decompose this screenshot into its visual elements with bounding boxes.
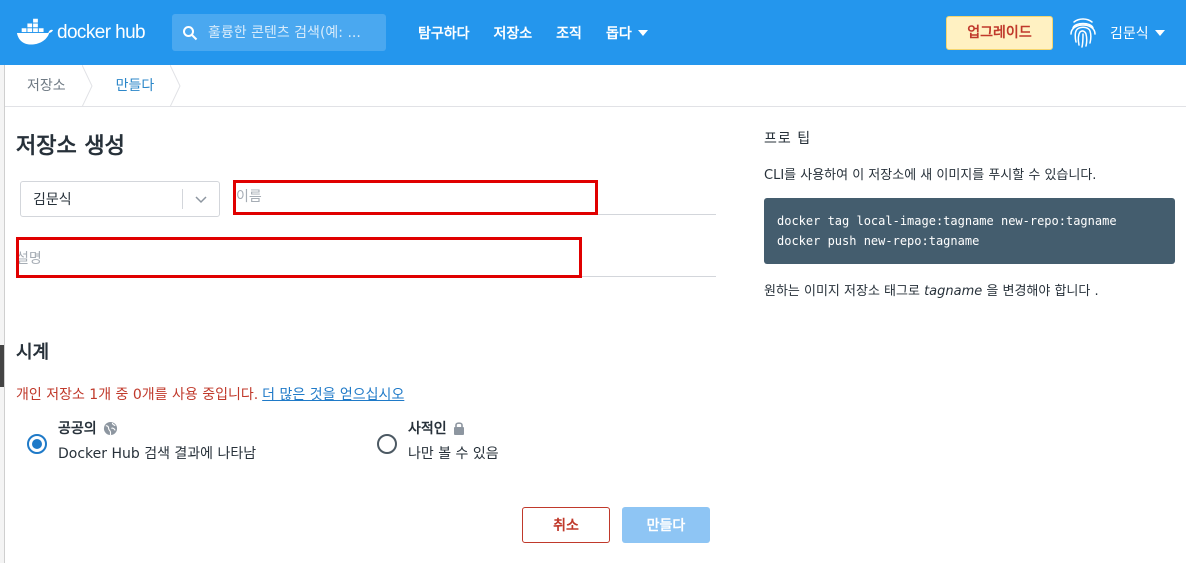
pro-tip-footer: 원하는 이미지 저장소 태그로 tagname 을 변경해야 합니다 . [764, 280, 1099, 299]
fingerprint-avatar-icon[interactable] [1066, 16, 1100, 50]
public-radio[interactable] [27, 434, 47, 454]
footer-tagname: tagname [924, 284, 983, 299]
code-line: docker push new-repo:tagname [777, 234, 980, 248]
visibility-heading: 시계 [16, 342, 50, 363]
get-more-link[interactable]: 더 많은 것을 얻으십시오 [262, 387, 404, 403]
pro-tip-code-block: docker tag local-image:tagname new-repo:… [764, 198, 1175, 264]
pro-tip-text: CLI를 사용하여 이 저장소에 새 이미지를 푸시할 수 있습니다. [764, 168, 1097, 183]
description-input[interactable] [16, 242, 716, 276]
search-box[interactable] [172, 14, 386, 51]
public-description: Docker Hub 검색 결과에 나타남 [58, 446, 257, 462]
private-repo-quota: 개인 저장소 1개 중 0개를 사용 중입니다. 더 많은 것을 얻으십시오 [16, 384, 404, 404]
lock-icon [453, 422, 464, 435]
create-button[interactable]: 만들다 [622, 507, 710, 543]
code-line: docker tag local-image:tagname new-repo:… [777, 214, 1117, 228]
public-option-label: 공공의 [58, 418, 118, 438]
globe-icon [103, 421, 117, 435]
page-title: 저장소 생성 [16, 134, 125, 159]
nav-explore[interactable]: 탐구하다 [418, 23, 470, 43]
breadcrumb: 저장소 만들다 [5, 65, 1186, 107]
logo-text: docker hub [57, 22, 146, 43]
nav-organizations[interactable]: 조직 [556, 23, 582, 43]
nav-help[interactable]: 돕다 [606, 23, 648, 43]
chevron-down-icon [637, 29, 648, 36]
chevron-down-icon [183, 194, 219, 204]
footer-text-before: 원하는 이미지 저장소 태그로 [764, 284, 920, 299]
username: 김문식 [1110, 26, 1149, 42]
upgrade-button[interactable]: 업그레이드 [946, 16, 1053, 50]
chevron-down-icon [1154, 30, 1165, 36]
private-description: 나만 볼 수 있음 [408, 446, 499, 462]
cancel-button[interactable]: 취소 [522, 507, 610, 543]
top-nav: docker hub 탐구하다 저장소 조직 돕다 업그레이드 김문식 [0, 0, 1186, 65]
repository-name-input[interactable] [236, 180, 716, 214]
breadcrumb-repositories[interactable]: 저장소 [5, 65, 82, 107]
repository-name-field[interactable] [236, 180, 716, 215]
breadcrumb-create[interactable]: 만들다 [94, 65, 171, 107]
namespace-value: 김문식 [33, 192, 72, 208]
window-edge [0, 65, 5, 563]
main-nav: 탐구하다 저장소 조직 돕다 [418, 0, 672, 65]
nav-repositories[interactable]: 저장소 [494, 23, 533, 43]
footer-text-after: 을 변경해야 합니다 . [986, 284, 1099, 299]
search-icon [183, 25, 198, 40]
search-input[interactable] [208, 24, 378, 41]
private-radio[interactable] [377, 434, 397, 454]
description-field[interactable] [16, 242, 716, 277]
public-label: 공공의 [58, 421, 97, 437]
private-label: 사적인 [408, 421, 447, 437]
breadcrumb-separator-icon [81, 65, 93, 107]
namespace-select[interactable]: 김문식 [20, 181, 220, 217]
docker-whale-icon [16, 18, 54, 45]
pro-tip-title: 프로 팁 [764, 131, 812, 147]
breadcrumb-separator-icon [170, 65, 181, 107]
edge-marker [0, 345, 4, 387]
docker-hub-logo[interactable]: docker hub [16, 16, 161, 50]
quota-text: 개인 저장소 1개 중 0개를 사용 중입니다. [16, 387, 259, 403]
nav-help-label: 돕다 [605, 25, 632, 42]
private-option-label: 사적인 [408, 418, 465, 438]
user-menu[interactable]: 김문식 [1110, 23, 1165, 43]
